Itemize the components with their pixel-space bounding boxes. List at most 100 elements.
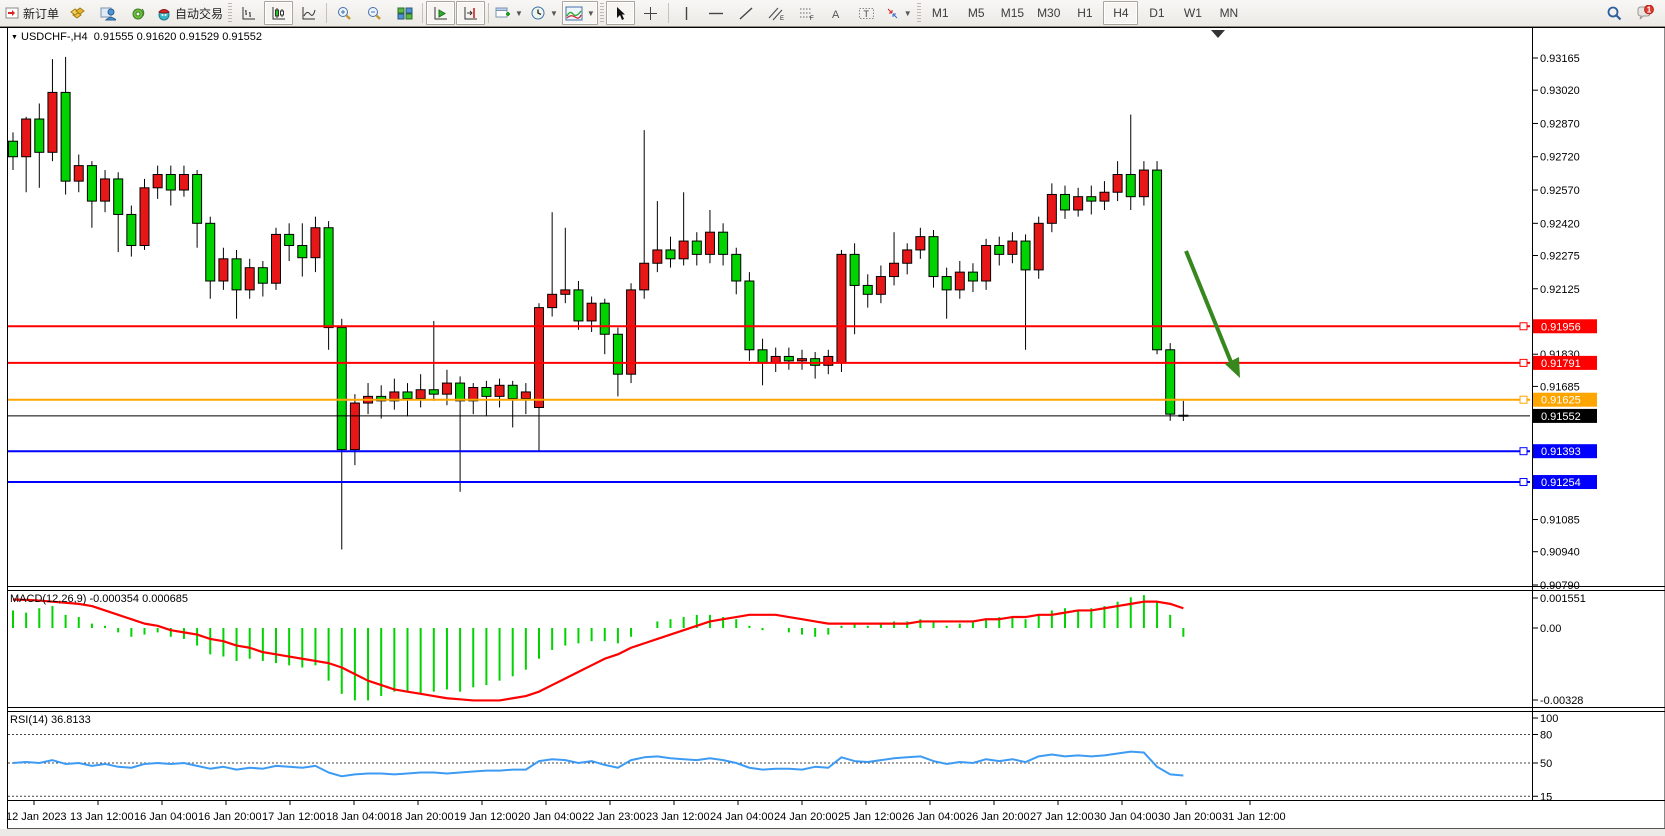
- new-chart-button[interactable]: ▼: [492, 1, 526, 25]
- zoom-out-button[interactable]: [360, 1, 389, 25]
- line-chart-button[interactable]: [294, 1, 323, 25]
- trendline-tool-button[interactable]: [732, 1, 761, 25]
- signal-icon: [130, 6, 146, 21]
- search-button[interactable]: [1600, 1, 1629, 25]
- timeframe-m1[interactable]: M1: [923, 1, 958, 25]
- candle-up: [679, 241, 688, 259]
- level-handle[interactable]: [1520, 396, 1527, 403]
- symbol-dropdown-icon[interactable]: ▼: [11, 34, 18, 41]
- notifications-icon: 1: [1636, 5, 1654, 21]
- level-lines[interactable]: [8, 323, 1530, 486]
- candle-down: [1021, 241, 1030, 270]
- auto-scroll-button[interactable]: [426, 1, 455, 25]
- text-label-tool-button[interactable]: T: [852, 1, 881, 25]
- timeframe-m30[interactable]: M30: [1031, 1, 1066, 25]
- timeframe-h1[interactable]: H1: [1067, 1, 1102, 25]
- horizontal-line-icon: [708, 6, 724, 21]
- timeframe-m5[interactable]: M5: [959, 1, 994, 25]
- svg-text:E: E: [780, 16, 784, 21]
- candle-up: [416, 390, 425, 399]
- new-order-button[interactable]: 新订单: [2, 1, 62, 25]
- toolbar-drag-handle[interactable]: [228, 3, 232, 23]
- arrows-tool-button[interactable]: ▼: [882, 1, 915, 25]
- level-handle[interactable]: [1520, 359, 1527, 366]
- cursor-tool-button[interactable]: [606, 1, 635, 25]
- candle-down: [232, 259, 241, 290]
- time-label: 30 Jan 04:00: [1094, 811, 1158, 823]
- zoom-in-button[interactable]: [330, 1, 359, 25]
- tile-windows-button[interactable]: [390, 1, 419, 25]
- timeframe-mn[interactable]: MN: [1211, 1, 1246, 25]
- notifications-button[interactable]: 1: [1630, 1, 1659, 25]
- auto-trading-button[interactable]: 自动交易: [153, 1, 226, 25]
- candle-up: [1100, 192, 1109, 201]
- candle-up: [1139, 170, 1148, 197]
- candle-down: [61, 92, 70, 181]
- candle-down: [1061, 194, 1070, 210]
- vertical-line-tool-button[interactable]: [672, 1, 701, 25]
- svg-text:0.91393: 0.91393: [1541, 446, 1581, 458]
- annotation-arrow[interactable]: [1186, 251, 1240, 378]
- time-label: 26 Jan 20:00: [966, 811, 1030, 823]
- svg-text:50: 50: [1540, 758, 1552, 770]
- horizontal-line-tool-button[interactable]: [702, 1, 731, 25]
- timeframe-d1[interactable]: D1: [1139, 1, 1174, 25]
- candle-down: [745, 281, 754, 350]
- svg-text:0.91791: 0.91791: [1541, 358, 1581, 370]
- svg-text:F: F: [810, 16, 814, 21]
- toolbar-drag-handle[interactable]: [917, 3, 921, 23]
- candle-down: [403, 392, 412, 399]
- candle-up: [74, 166, 83, 182]
- timeframe-h4[interactable]: H4: [1103, 1, 1138, 25]
- candle-up: [955, 272, 964, 290]
- candle-up: [153, 174, 162, 187]
- period-button[interactable]: ▼: [527, 1, 561, 25]
- alerts-button[interactable]: [123, 1, 152, 25]
- market-watch-button[interactable]: [93, 1, 122, 25]
- new-order-icon: [5, 6, 20, 20]
- candle-down: [850, 254, 859, 285]
- chevron-down-icon: ▼: [550, 9, 558, 18]
- candle-up: [1008, 241, 1017, 254]
- chart-title[interactable]: ▼ USDCHF-,H4 0.91555 0.91620 0.91529 0.9…: [11, 31, 262, 43]
- shift-marker[interactable]: [1211, 30, 1225, 38]
- templates-button[interactable]: ▼: [562, 1, 598, 25]
- candle-up: [982, 245, 991, 281]
- candle-up: [640, 263, 649, 290]
- candle-up: [521, 392, 530, 399]
- level-handle[interactable]: [1520, 323, 1527, 330]
- level-handle[interactable]: [1520, 448, 1527, 455]
- time-axis[interactable]: 12 Jan 202313 Jan 12:0016 Jan 04:0016 Ja…: [6, 801, 1286, 823]
- gold-symbols-button[interactable]: [63, 1, 92, 25]
- level-handle[interactable]: [1520, 479, 1527, 486]
- time-label: 19 Jan 12:00: [454, 811, 518, 823]
- text-tool-button[interactable]: A: [822, 1, 851, 25]
- time-label: 24 Jan 20:00: [774, 811, 838, 823]
- candle-down: [666, 250, 675, 259]
- timeframe-m15[interactable]: M15: [995, 1, 1030, 25]
- candle-down: [9, 141, 18, 157]
- time-label: 18 Jan 20:00: [390, 811, 454, 823]
- fibonacci-tool-button[interactable]: F: [792, 1, 821, 25]
- svg-text:0.91552: 0.91552: [1541, 411, 1581, 423]
- time-label: 30 Jan 20:00: [1158, 811, 1222, 823]
- chart-shift-button[interactable]: [456, 1, 485, 25]
- notification-badge: 1: [1646, 6, 1651, 15]
- bar-chart-icon: [241, 6, 257, 21]
- auto-scroll-icon: [433, 6, 449, 21]
- svg-text:0.91254: 0.91254: [1541, 477, 1581, 489]
- svg-text:0.91956: 0.91956: [1541, 321, 1581, 333]
- toolbar-separator: [326, 3, 327, 23]
- channel-tool-button[interactable]: E: [762, 1, 791, 25]
- candlestick-chart-button[interactable]: [264, 1, 293, 25]
- timeframe-w1[interactable]: W1: [1175, 1, 1210, 25]
- chevron-down-icon: ▼: [904, 9, 912, 18]
- toolbar-drag-handle[interactable]: [600, 3, 604, 23]
- crosshair-tool-button[interactable]: [636, 1, 665, 25]
- candle-down: [995, 245, 1004, 254]
- bar-chart-button[interactable]: [234, 1, 263, 25]
- chart-canvas[interactable]: 0.931650.930200.928700.927200.925700.924…: [0, 0, 1665, 836]
- candle-up: [705, 232, 714, 254]
- chevron-down-icon: ▼: [515, 9, 523, 18]
- candle-down: [942, 277, 951, 290]
